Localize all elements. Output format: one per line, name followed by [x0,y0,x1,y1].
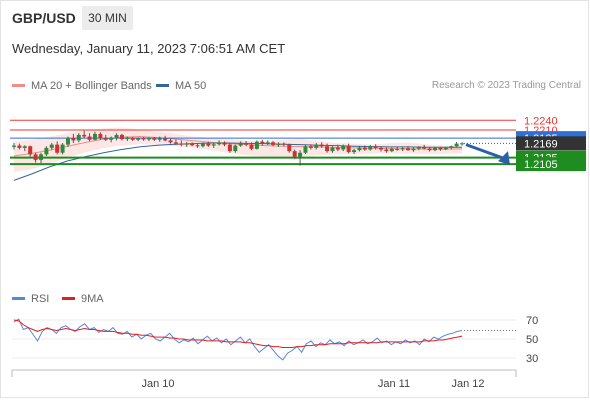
candle-body [362,147,367,150]
candle-body [119,134,124,140]
candle-body [389,148,394,152]
candle-body [335,147,340,150]
rsi-9ma-line [13,319,463,349]
candle-body [281,143,286,145]
candle-body [238,143,243,146]
candle-body [71,138,76,141]
candle-body [303,146,308,153]
candle-body [373,146,378,148]
candle-body [141,138,146,140]
candle-body [454,143,459,147]
x-tick-label: Jan 12 [451,378,484,390]
candle-body [17,145,22,148]
candle-body [368,146,373,150]
candle-body [87,136,92,140]
x-tick-label: Jan 11 [378,378,410,390]
candle-body [314,144,319,148]
candle-body [265,142,270,144]
candle-body [416,146,421,149]
candle-body [460,143,464,145]
candle-body [28,146,33,155]
candle-body [125,137,130,140]
rsi-tick-label: 70 [526,315,538,327]
bollinger-band [14,127,462,173]
candle-body [379,147,384,150]
candle-body [163,138,168,141]
candle-body [173,142,178,144]
candle-body [22,146,27,148]
candle-body [130,137,135,140]
candle-body [184,143,189,145]
candle-body [103,138,108,140]
candle-body [287,144,292,152]
price-chart[interactable]: 1.22401.22101.21851.21691.21251.21053050… [0,0,590,400]
candle-body [217,142,222,145]
candle-body [49,144,54,148]
candle-body [357,147,362,151]
candle-body [190,143,195,146]
candle-body [109,137,114,140]
candle-body [346,145,351,153]
candle-body [82,134,87,137]
candle-body [325,146,330,152]
candle-body [244,143,249,145]
candle-body [400,148,405,150]
candle-body [249,144,254,149]
candle-body [44,147,49,155]
candle-body [157,138,162,140]
support-label: 1.2105 [524,159,558,171]
candle-body [438,147,443,150]
candle-body [200,143,205,147]
x-tick-label: Jan 10 [141,378,174,390]
candle-body [179,143,184,145]
candle-body [136,138,141,140]
candle-body [76,134,81,141]
candle-body [98,133,103,139]
candle-body [260,141,265,144]
candle-body [308,146,313,148]
candle-body [330,147,335,152]
candle-body [33,154,38,160]
candle-body [114,134,119,138]
candle-body [233,145,238,152]
candle-body [341,145,346,150]
candle-body [254,141,259,149]
candle-body [427,148,432,151]
candle-body [60,144,65,153]
candle-body [352,150,357,153]
candle-body [152,138,157,140]
last-price-label: 1.2169 [524,138,558,150]
candle-body [298,152,303,157]
candle-body [292,151,297,157]
candle-body [395,148,400,150]
rsi-tick-label: 50 [526,334,538,346]
candle-body [195,145,200,147]
candle-body [406,148,411,151]
candle-body [206,143,211,146]
candle-body [12,145,16,147]
candle-body [92,133,97,140]
candle-body [222,142,227,145]
candle-body [449,146,454,148]
candle-body [168,140,173,143]
candle-body [276,143,281,145]
candle-body [65,138,70,145]
candle-body [422,146,427,149]
candle-body [146,138,151,140]
candle-body [211,144,216,146]
candle-body [55,144,60,153]
candle-body [319,144,324,147]
candle-body [443,147,448,150]
rsi-tick-label: 30 [526,353,538,365]
candle-body [271,142,276,145]
candle-body [384,149,389,152]
candle-body [433,147,438,151]
candle-body [38,154,43,160]
candle-body [227,144,232,152]
candle-body [411,148,416,151]
